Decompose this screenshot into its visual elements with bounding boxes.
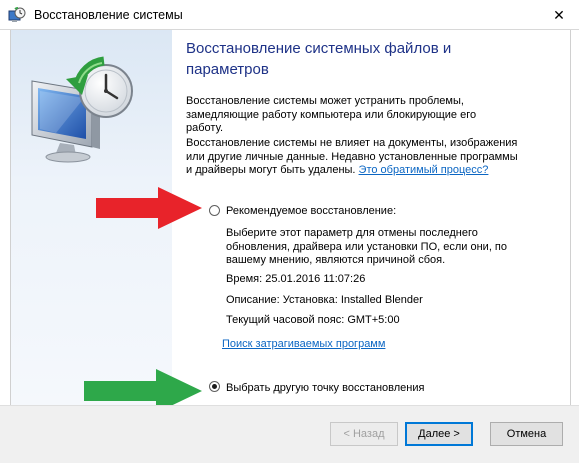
back-button[interactable]: < Назад [330,422,398,446]
restore-point-description: Описание: Установка: Installed Blender [226,294,423,306]
window-title: Восстановление системы [34,8,183,22]
choose-other-point-label[interactable]: Выбрать другую точку восстановления [226,382,424,394]
recommended-restore-label[interactable]: Рекомендуемое восстановление: [226,205,396,217]
red-annotation-arrow [96,187,202,229]
page-heading: Восстановление системных файлов и параме… [186,40,452,78]
cancel-button[interactable]: Отмена [490,422,563,446]
intro-text: Восстановление системы может устранить п… [186,95,477,134]
reversible-process-link[interactable]: Это обратимый процесс? [359,164,489,176]
scan-affected-programs-link[interactable]: Поиск затрагиваемых программ [222,338,385,350]
close-icon[interactable]: ✕ [551,7,567,23]
restore-point-time: Время: 25.01.2016 11:07:26 [226,273,366,285]
system-restore-icon [8,7,26,25]
recommended-restore-radio[interactable] [209,205,220,216]
radio-selected-dot [212,384,217,389]
timezone-text: Текущий часовой пояс: GMT+5:00 [226,314,400,326]
choose-other-point-radio[interactable] [209,381,220,392]
info-text: Восстановление системы не влияет на доку… [186,137,526,178]
title-bar: Восстановление системы ✕ [0,0,579,30]
recommended-description: Выберите этот параметр для отмены послед… [226,227,508,266]
next-button[interactable]: Далее > [405,422,473,446]
